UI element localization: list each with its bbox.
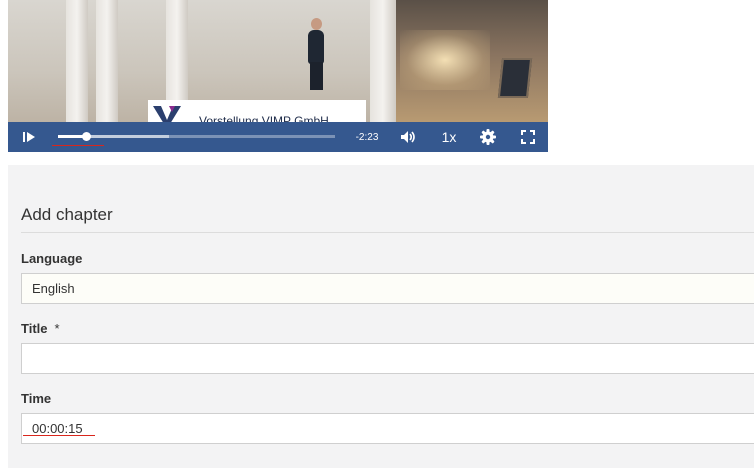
video-banner-text: Vorstellung VIMP GmbH	[199, 114, 329, 122]
title-label: Title *	[21, 321, 60, 336]
language-label: Language	[21, 251, 83, 266]
video-light	[400, 30, 490, 90]
required-marker: *	[54, 321, 60, 336]
volume-icon	[401, 131, 415, 143]
video-pillar	[66, 0, 88, 122]
time-input[interactable]: 00:00:15	[21, 413, 754, 444]
annotation-underline	[52, 145, 104, 146]
title-input[interactable]	[21, 343, 754, 374]
play-icon	[23, 132, 35, 142]
video-player[interactable]: Vorstellung VIMP GmbH -2:23 1x	[8, 0, 548, 152]
video-signboard	[497, 58, 533, 98]
settings-icon	[480, 129, 496, 145]
video-pillar	[370, 0, 396, 122]
video-control-bar: -2:23 1x	[8, 122, 548, 152]
time-label: Time	[21, 391, 52, 406]
video-person	[311, 18, 322, 30]
fullscreen-icon	[521, 130, 535, 144]
play-button[interactable]	[18, 122, 40, 152]
settings-button[interactable]	[476, 122, 500, 152]
video-pillar	[96, 0, 118, 122]
video-person	[310, 62, 323, 90]
fullscreen-button[interactable]	[516, 122, 540, 152]
panel-title: Add chapter	[21, 205, 113, 224]
add-chapter-panel: Add chapter Language English Title * Time…	[8, 165, 754, 468]
volume-button[interactable]	[396, 122, 420, 152]
video-frame[interactable]: Vorstellung VIMP GmbH	[8, 0, 548, 122]
time-remaining: -2:23	[355, 131, 379, 143]
annotation-underline	[23, 435, 95, 436]
progress-handle[interactable]	[81, 132, 91, 141]
title-label-text: Title	[21, 321, 48, 336]
vimp-logo-icon	[153, 106, 181, 122]
progress-bar[interactable]	[58, 135, 335, 138]
panel-divider	[21, 232, 754, 233]
playback-speed-button[interactable]: 1x	[436, 122, 462, 152]
language-select[interactable]: English	[21, 273, 754, 304]
video-person	[308, 30, 324, 64]
